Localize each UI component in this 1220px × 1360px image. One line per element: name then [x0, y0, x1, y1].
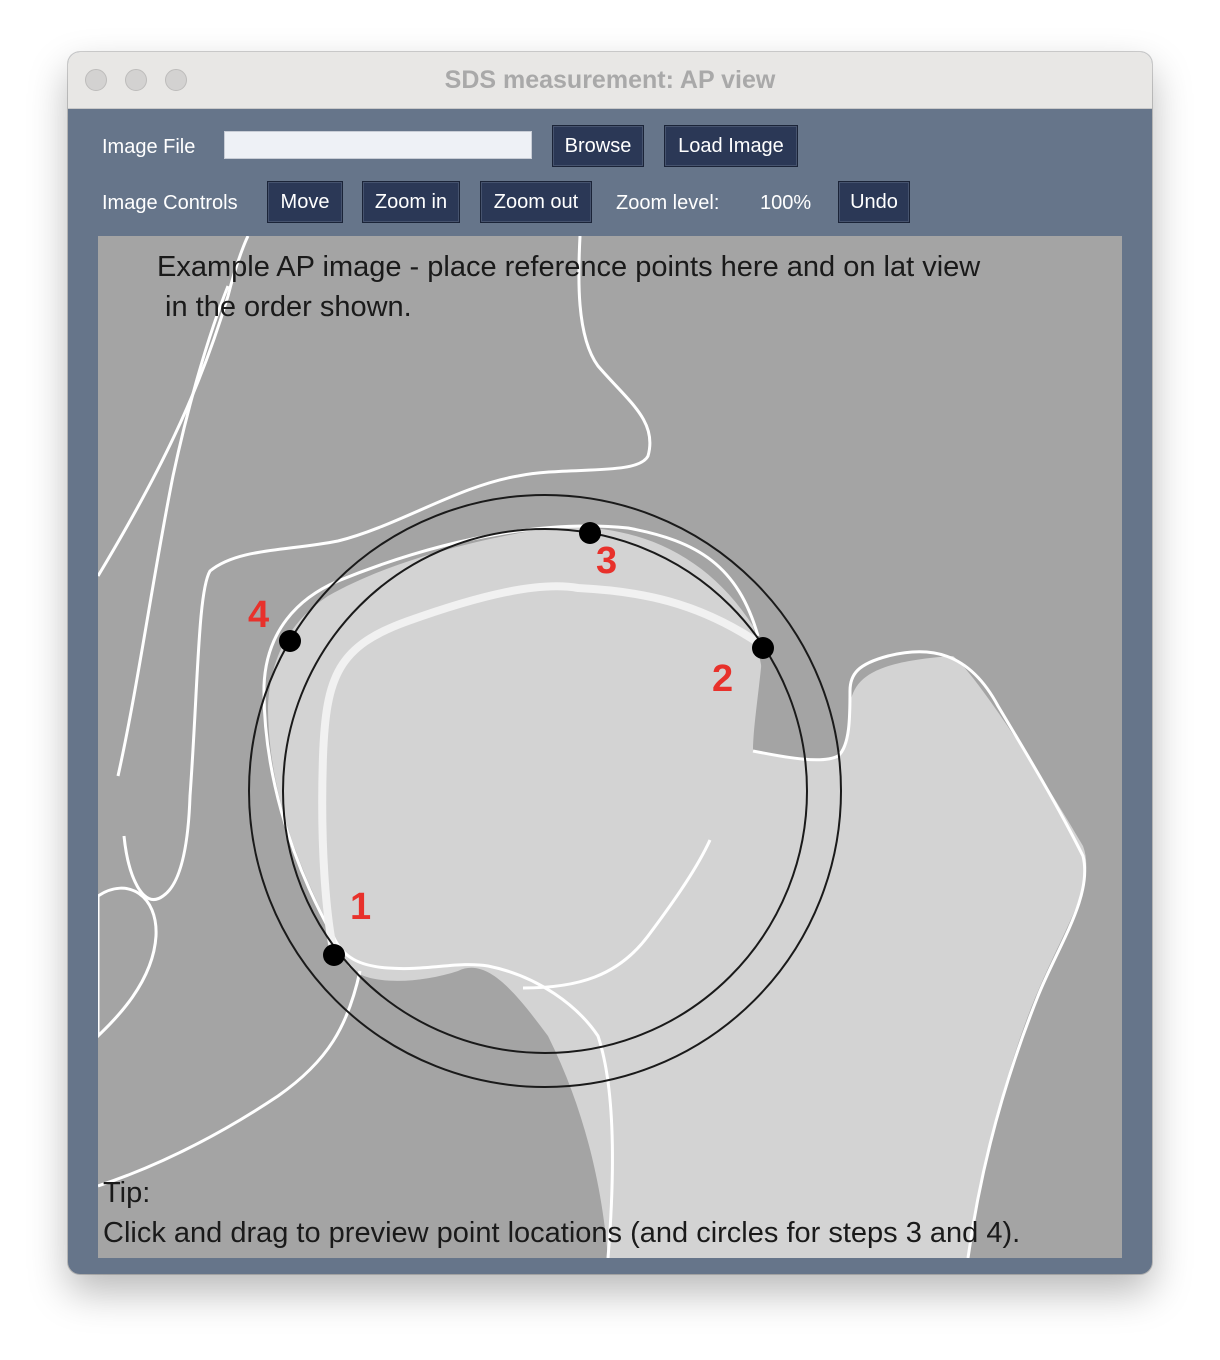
- hip-diagram: [98, 236, 1087, 1258]
- reference-point-2: [752, 637, 774, 659]
- point-label-3: 3: [596, 540, 618, 582]
- zoom-in-button[interactable]: Zoom in: [362, 181, 460, 223]
- load-image-button[interactable]: Load Image: [664, 125, 798, 167]
- pelvis-lower-region: [98, 886, 158, 1039]
- zoom-level-value: 100%: [760, 192, 812, 214]
- tip-text: Click and drag to preview point location…: [103, 1217, 1021, 1249]
- title-bar[interactable]: SDS measurement: AP view: [68, 52, 1152, 109]
- browse-button[interactable]: Browse: [552, 125, 644, 167]
- femur-bone: [268, 527, 1087, 1258]
- image-file-input[interactable]: [224, 131, 532, 159]
- instruction-line-2: in the order shown.: [157, 291, 412, 323]
- image-canvas[interactable]: Example AP image - place reference point…: [98, 236, 1122, 1258]
- point-label-2: 2: [712, 658, 734, 700]
- image-controls-label: Image Controls: [102, 192, 238, 214]
- reference-point-4: [279, 630, 301, 652]
- zoom-level-label: Zoom level:: [616, 192, 720, 214]
- window-title: SDS measurement: AP view: [444, 66, 776, 94]
- acetabular-notch: [753, 646, 858, 760]
- ilium-inner-line: [116, 285, 230, 777]
- ischium-outline: [98, 970, 362, 1188]
- point-label-4: 4: [248, 594, 270, 636]
- move-button[interactable]: Move: [267, 181, 343, 223]
- point-label-1: 1: [350, 886, 372, 928]
- app-window: SDS measurement: AP view Image File Brow…: [68, 52, 1152, 1274]
- ilium-outline: [98, 236, 250, 577]
- instruction-line-1: Example AP image - place reference point…: [157, 251, 981, 283]
- reference-point-1: [323, 944, 345, 966]
- undo-button[interactable]: Undo: [838, 181, 910, 223]
- zoom-out-button[interactable]: Zoom out: [480, 181, 592, 223]
- tip-title: Tip:: [103, 1177, 151, 1209]
- image-file-label: Image File: [102, 136, 196, 158]
